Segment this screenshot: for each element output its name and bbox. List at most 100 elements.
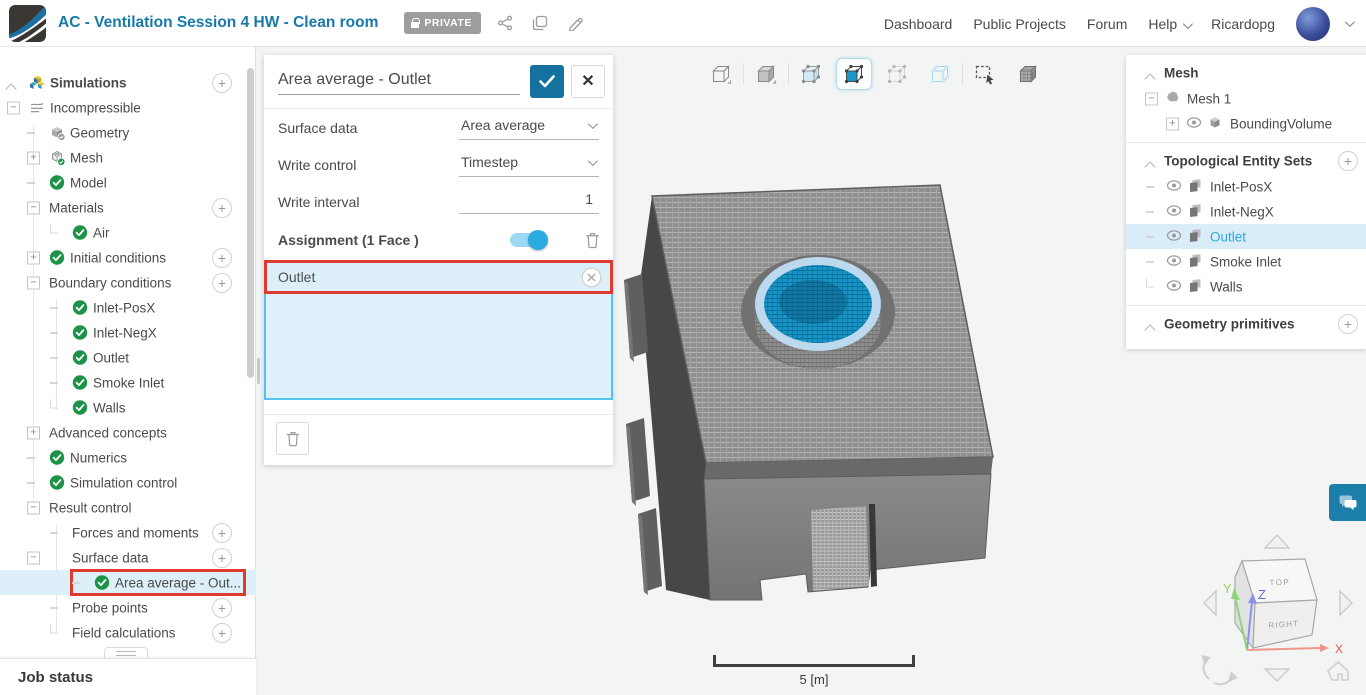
sidebar-item-air[interactable]: Air xyxy=(0,220,256,245)
collapse-box-icon[interactable]: − xyxy=(27,551,40,564)
add-geometry-primitive-button[interactable]: + xyxy=(1338,313,1358,334)
entity-walls[interactable]: Walls xyxy=(1126,274,1366,299)
add-button[interactable]: + xyxy=(212,197,232,218)
sidebar-item-advanced-concepts[interactable]: + Advanced concepts xyxy=(0,420,256,445)
sidebar-item-model[interactable]: Model xyxy=(0,170,256,195)
entity-inlet-negx[interactable]: Inlet-NegX xyxy=(1126,199,1366,224)
collapse-box-icon[interactable]: − xyxy=(7,101,20,114)
sidebar-scrollbar[interactable] xyxy=(247,68,254,378)
box-select-icon[interactable] xyxy=(967,58,1003,90)
nav-username[interactable]: Ricardopg xyxy=(1211,16,1275,32)
sidebar-item-area-average-out[interactable]: Area average - Out... xyxy=(0,569,256,596)
shaded-view-icon[interactable] xyxy=(748,58,784,90)
duplicate-icon[interactable] xyxy=(529,12,551,34)
expand-box-icon[interactable]: + xyxy=(27,426,40,439)
add-button[interactable]: + xyxy=(212,247,232,268)
sidebar-item-simulations[interactable]: Simulations + xyxy=(0,70,256,95)
navigation-cube[interactable]: TOP RIGHT X Z Y xyxy=(1190,525,1366,695)
nav-forum[interactable]: Forum xyxy=(1087,16,1127,32)
visibility-eye-icon[interactable] xyxy=(1166,178,1183,195)
sidebar-item-numerics[interactable]: Numerics xyxy=(0,445,256,470)
sidebar-item-outlet[interactable]: Outlet xyxy=(0,345,256,370)
entity-outlet[interactable]: Outlet xyxy=(1126,224,1366,249)
close-button[interactable]: ✕ xyxy=(571,65,605,98)
geometry-primitives-header[interactable]: Geometry primitives + xyxy=(1126,310,1366,337)
share-icon[interactable] xyxy=(494,12,516,34)
sidebar-item-result-control[interactable]: − Result control xyxy=(0,495,256,520)
surface-data-select[interactable]: Area average xyxy=(459,115,599,140)
sidebar-item-forces-and-moments[interactable]: Forces and moments + xyxy=(0,520,256,545)
edge-select-icon[interactable] xyxy=(922,58,958,90)
wireframe-view-icon[interactable] xyxy=(703,58,739,90)
remove-face-icon[interactable] xyxy=(581,267,602,288)
sidebar-item-boundary-conditions[interactable]: − Boundary conditions + xyxy=(0,270,256,295)
sidebar-item-incompressible[interactable]: − Incompressible xyxy=(0,95,256,120)
add-button[interactable]: + xyxy=(212,547,232,568)
sidebar-item-field-calculations[interactable]: Field calculations + xyxy=(0,620,256,645)
clear-selection-button[interactable] xyxy=(276,422,309,455)
entity-mesh-1[interactable]: − Mesh 1 xyxy=(1126,86,1366,111)
face-select-icon[interactable] xyxy=(836,58,872,90)
visibility-eye-icon[interactable] xyxy=(1166,228,1183,245)
nav-public-projects[interactable]: Public Projects xyxy=(973,16,1066,32)
collapse-icon[interactable] xyxy=(1144,323,1156,336)
sidebar-item-geometry[interactable]: Geometry xyxy=(0,120,256,145)
job-status-bar[interactable]: Job status xyxy=(0,658,256,695)
entity-boundingvolume[interactable]: + BoundingVolume xyxy=(1126,111,1366,136)
sidebar-item-smoke-inlet[interactable]: Smoke Inlet xyxy=(0,370,256,395)
add-entity-set-button[interactable]: + xyxy=(1338,150,1358,171)
sidebar-item-inlet-negx[interactable]: Inlet-NegX xyxy=(0,320,256,345)
app-logo[interactable] xyxy=(9,4,46,42)
write-interval-input[interactable]: 1 xyxy=(459,189,599,214)
expand-box-icon[interactable]: + xyxy=(1166,117,1179,130)
nav-dashboard[interactable]: Dashboard xyxy=(884,16,953,32)
sidebar-resize-handle[interactable] xyxy=(257,358,260,384)
mesh-3d-model[interactable] xyxy=(612,162,1098,632)
assignment-drop-zone[interactable] xyxy=(264,294,613,400)
assigned-face-outlet[interactable]: Outlet xyxy=(264,260,613,294)
collapse-box-icon[interactable]: − xyxy=(27,276,40,289)
add-button[interactable]: + xyxy=(212,622,232,643)
edit-icon[interactable] xyxy=(564,12,586,34)
mesh-section-header[interactable]: Mesh xyxy=(1126,59,1366,86)
add-button[interactable]: + xyxy=(212,597,232,618)
entity-inlet-posx[interactable]: Inlet-PosX xyxy=(1126,174,1366,199)
topo-section-header[interactable]: Topological Entity Sets + xyxy=(1126,147,1366,174)
collapse-icon[interactable] xyxy=(1144,160,1156,173)
confirm-button[interactable] xyxy=(530,65,564,98)
collapse-box-icon[interactable]: − xyxy=(1145,92,1158,105)
visibility-eye-icon[interactable] xyxy=(1166,278,1183,295)
visibility-eye-icon[interactable] xyxy=(1166,253,1183,270)
sidebar-item-probe-points[interactable]: Probe points + xyxy=(0,595,256,620)
avatar[interactable] xyxy=(1296,6,1330,41)
sidebar-item-inlet-posx[interactable]: Inlet-PosX xyxy=(0,295,256,320)
sidebar-item-simulation-control[interactable]: Simulation control xyxy=(0,470,256,495)
visibility-eye-icon[interactable] xyxy=(1186,115,1203,132)
sidebar-item-materials[interactable]: − Materials + xyxy=(0,195,256,220)
write-control-select[interactable]: Timestep xyxy=(459,152,599,177)
account-chevron-down-icon[interactable] xyxy=(1344,17,1355,28)
vertex-select-icon[interactable] xyxy=(879,58,915,90)
sidebar-item-mesh[interactable]: + Mesh xyxy=(0,145,256,170)
add-button[interactable]: + xyxy=(212,72,232,93)
visibility-eye-icon[interactable] xyxy=(1166,203,1183,220)
mesh-view-icon[interactable] xyxy=(1010,58,1046,90)
sidebar-item-walls[interactable]: Walls xyxy=(0,395,256,420)
sidebar-item-initial-conditions[interactable]: + Initial conditions + xyxy=(0,245,256,270)
nav-help[interactable]: Help xyxy=(1148,16,1194,32)
collapse-box-icon[interactable]: − xyxy=(27,201,40,214)
expand-box-icon[interactable]: + xyxy=(27,151,40,164)
panel-title-input[interactable] xyxy=(278,68,520,95)
expand-box-icon[interactable]: + xyxy=(27,251,40,264)
entity-smoke-inlet[interactable]: Smoke Inlet xyxy=(1126,249,1366,274)
chat-support-button[interactable] xyxy=(1329,484,1366,521)
delete-assignment-icon[interactable] xyxy=(584,231,601,249)
add-button[interactable]: + xyxy=(212,522,232,543)
collapse-box-icon[interactable]: − xyxy=(27,501,40,514)
volume-select-icon[interactable] xyxy=(793,58,829,90)
add-button[interactable]: + xyxy=(212,272,232,293)
collapse-icon[interactable] xyxy=(5,82,17,95)
assignment-toggle[interactable] xyxy=(510,230,548,250)
sidebar-item-surface-data[interactable]: − Surface data + xyxy=(0,545,256,570)
collapse-icon[interactable] xyxy=(1144,72,1156,85)
